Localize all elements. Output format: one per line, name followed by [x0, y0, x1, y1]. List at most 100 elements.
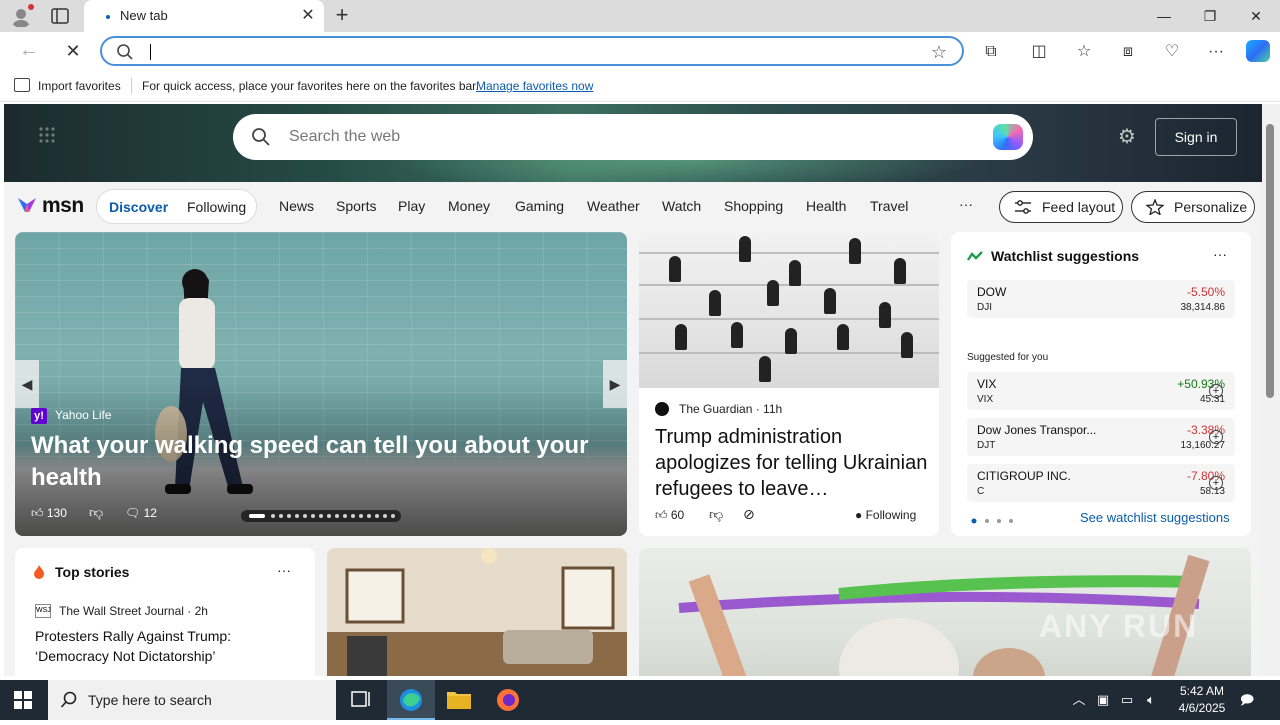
manage-favorites-link[interactable]: Manage favorites now: [476, 79, 593, 93]
clock-time[interactable]: 5:42 AM: [1172, 684, 1232, 698]
taskbar: Type here to search ︿ ▣ ▭ 🔈︎ 5:42 AM 4/6…: [0, 680, 1280, 720]
nav-health[interactable]: Health: [806, 198, 846, 214]
taskbar-search-box[interactable]: Type here to search: [48, 680, 336, 720]
hero-story-card[interactable]: ◀ ▶ y! Yahoo Life What your walking spee…: [15, 232, 627, 536]
search-icon: [117, 44, 133, 60]
browser-essentials-icon[interactable]: ♡: [1161, 42, 1183, 62]
page-scrollbar[interactable]: [1262, 104, 1280, 676]
tab-actions-icon[interactable]: [50, 7, 70, 25]
favorites-icon[interactable]: ☆: [1073, 42, 1095, 62]
nav-shopping[interactable]: Shopping: [724, 198, 783, 214]
story-source: The Guardian · 11h: [679, 402, 783, 416]
stock-change: -5.50%: [1186, 285, 1225, 299]
tab-discover[interactable]: Discover: [109, 199, 168, 215]
nav-watch[interactable]: Watch: [662, 198, 701, 214]
address-bar[interactable]: ☆: [100, 36, 964, 66]
story-headline[interactable]: Trump administration apologizes for tell…: [655, 424, 931, 502]
apps-grid-icon[interactable]: [38, 126, 56, 144]
thumbs-up-icon: 👍︎: [655, 508, 671, 522]
like-count[interactable]: 👍︎ 130: [31, 506, 67, 521]
tab-following[interactable]: Following: [187, 199, 246, 215]
msn-logo[interactable]: msn: [16, 192, 86, 220]
story-headline[interactable]: What your walking speed can tell you abo…: [31, 430, 591, 494]
thumbs-down-icon[interactable]: 👎︎: [89, 504, 103, 521]
device-icon[interactable]: ▣: [1094, 691, 1112, 709]
news-card-guardian[interactable]: The Guardian · 11h Trump administration …: [639, 232, 939, 536]
watchlist-row-djt[interactable]: Dow Jones Transpor... DJT -3.38% 13,160.…: [967, 418, 1235, 456]
story-headline[interactable]: Protesters Rally Against Trump: ‘Democra…: [35, 626, 305, 666]
gear-icon[interactable]: ⚙: [1116, 126, 1138, 148]
nav-weather[interactable]: Weather: [587, 198, 640, 214]
exercise-image-card[interactable]: ANY RUN: [639, 548, 1251, 676]
divider: [131, 78, 132, 94]
add-to-watchlist-button[interactable]: +: [1209, 384, 1223, 398]
nav-news[interactable]: News: [279, 198, 314, 214]
nav-travel[interactable]: Travel: [870, 198, 908, 214]
settings-more-icon[interactable]: ···: [1205, 42, 1227, 62]
file-explorer-icon[interactable]: [435, 680, 483, 720]
watchlist-row-dow[interactable]: DOW DJI -5.50% 38,314.86: [967, 280, 1235, 318]
following-label: Following: [865, 508, 917, 522]
watchlist-row-citigroup[interactable]: CITIGROUP INC. C -7.80% 58.13: [967, 464, 1235, 502]
add-to-watchlist-button[interactable]: +: [1209, 476, 1223, 490]
stock-ticker: DJI: [977, 302, 992, 313]
windows-start-icon[interactable]: [14, 691, 32, 709]
favorites-bar-message: For quick access, place your favorites h…: [142, 79, 479, 93]
nav-play[interactable]: Play: [398, 198, 425, 214]
carousel-prev-button[interactable]: ◀: [15, 360, 39, 408]
story-source: Yahoo Life: [55, 408, 112, 422]
living-room-image-card[interactable]: [327, 548, 627, 676]
tab-new-tab[interactable]: New tab ✕: [84, 0, 324, 32]
stock-name: CITIGROUP INC.: [977, 469, 1071, 483]
comment-count[interactable]: 🗨︎ 12: [125, 506, 157, 520]
watchlist-card: Watchlist suggestions ··· DOW DJI -5.50%…: [951, 232, 1251, 536]
sign-in-button[interactable]: Sign in: [1155, 118, 1237, 156]
feed-layout-button[interactable]: Feed layout: [999, 191, 1123, 223]
nav-sports[interactable]: Sports: [336, 198, 376, 214]
import-favorites-icon[interactable]: [14, 78, 30, 92]
restore-button[interactable]: ❐: [1187, 0, 1233, 32]
carousel-pagination[interactable]: [241, 510, 401, 522]
comments-off-icon[interactable]: ⊘: [743, 506, 755, 523]
notifications-icon[interactable]: 🗩︎: [1238, 691, 1256, 709]
collections-icon[interactable]: ⧈: [1117, 42, 1139, 62]
stock-ticker: DJT: [977, 440, 996, 451]
network-icon[interactable]: ▭: [1118, 691, 1136, 709]
nav-money[interactable]: Money: [448, 198, 490, 214]
personalize-button[interactable]: Personalize: [1131, 191, 1255, 223]
import-favorites-button[interactable]: Import favorites: [38, 79, 121, 93]
close-tab-icon[interactable]: ✕: [298, 6, 318, 26]
like-value: 130: [46, 506, 67, 520]
following-badge[interactable]: ● Following: [855, 508, 916, 522]
split-screen-icon[interactable]: ◫: [1028, 42, 1050, 62]
web-search-box[interactable]: Search the web: [233, 114, 1033, 160]
back-button[interactable]: ←: [18, 40, 40, 62]
thumbs-down-icon[interactable]: 👎︎: [709, 506, 723, 523]
carousel-next-button[interactable]: ▶: [603, 360, 627, 408]
copilot-icon[interactable]: [1246, 40, 1270, 62]
top-stories-more-button[interactable]: ···: [277, 562, 291, 578]
watchlist-more-button[interactable]: ···: [1213, 246, 1227, 262]
extensions-icon[interactable]: ⧉: [980, 42, 1002, 62]
edge-taskbar-icon[interactable]: [387, 680, 435, 720]
favorite-star-icon[interactable]: ☆: [928, 42, 950, 64]
new-tab-button[interactable]: +: [330, 4, 354, 28]
copilot-search-icon[interactable]: [993, 124, 1023, 150]
clock-date[interactable]: 4/6/2025: [1172, 701, 1232, 715]
like-count[interactable]: 👍︎ 60: [655, 508, 684, 523]
task-view-icon[interactable]: [336, 680, 384, 720]
show-hidden-icons-icon[interactable]: ︿: [1070, 691, 1088, 709]
nav-gaming[interactable]: Gaming: [515, 198, 564, 214]
add-to-watchlist-button[interactable]: +: [1209, 430, 1223, 444]
nav-more-button[interactable]: ···: [959, 196, 973, 212]
firefox-icon[interactable]: [484, 680, 532, 720]
watchlist-row-vix[interactable]: VIX VIX +50.93% 45.31: [967, 372, 1235, 410]
close-window-button[interactable]: ✕: [1233, 0, 1279, 32]
volume-icon[interactable]: 🔈︎: [1142, 691, 1160, 709]
see-watchlist-link[interactable]: See watchlist suggestions: [1080, 510, 1230, 525]
wsj-logo: WSJ: [35, 604, 51, 618]
minimize-button[interactable]: —: [1141, 0, 1187, 32]
watchlist-pagination[interactable]: [971, 518, 1021, 524]
scrollbar-thumb[interactable]: [1266, 124, 1274, 398]
stop-loading-button[interactable]: ✕: [62, 40, 84, 62]
